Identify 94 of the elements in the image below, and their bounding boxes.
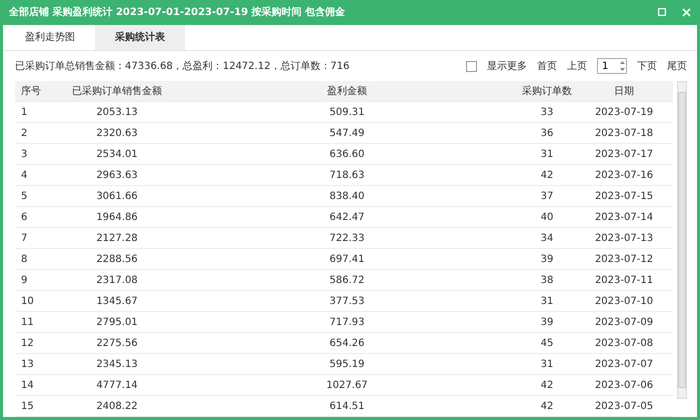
table-cell-text: 2023-07-12 [594,254,654,264]
close-button[interactable] [680,6,692,18]
table-cell-text: 42 [540,400,554,412]
table-cell-text: 37 [540,190,554,202]
table-cell-text: 33 [540,106,554,118]
window-title: 全部店铺 采购盈利统计 2023-07-01-2023-07-19 按采购时间 包含佣金 [9,5,346,20]
table-cell-text: 595.19 [328,358,366,370]
table-cell-text: 722.33 [328,232,366,244]
table-cell-text: 14 [20,380,35,390]
table-cell-text: 12 [20,338,35,348]
table-cell-text: 2963.63 [95,170,139,180]
table-cell-text: 2023-07-14 [594,212,654,222]
table-cell-text: 2 [20,128,28,138]
table-cell-text: 3061.66 [95,190,139,202]
table-cell-text: 34 [540,232,554,244]
table-cell-text: 2275.56 [95,338,139,348]
table-cell-text: 45 [540,338,554,348]
table-cell-text: 2023-07-13 [594,232,654,244]
table-cell-text: 4777.14 [95,380,139,390]
table-cell-text: 38 [540,274,554,286]
table-cell-text: 2127.28 [95,232,139,244]
table-cell-text: 8 [20,254,28,264]
table-cell-text: 614.51 [328,400,366,412]
table-cell-text: 2023-07-05 [594,400,654,412]
table-cell-text: 718.63 [328,170,366,180]
table-cell-text: 2053.13 [95,106,139,118]
table-cell-text: 31 [540,296,554,306]
table-cell-text: 654.26 [328,338,366,348]
table-cell-text: 2345.13 [95,358,139,370]
table-cell-text: 838.40 [328,190,366,202]
tab[interactable]: 采购统计表 [95,24,185,50]
table-cell-text: 697.41 [328,254,366,264]
table-cell-text: 2023-07-17 [594,148,654,160]
table-cell-text: 2534.01 [95,148,139,160]
table-cell-text: 2023-07-07 [594,358,654,370]
table-cell-text: 31 [540,148,554,160]
table-cell-text: 2408.22 [95,400,139,412]
next-page-link[interactable]: 下页 [637,59,657,73]
table-cell-text: 11 [20,316,35,328]
maximize-button[interactable] [656,6,668,18]
table-cell-text: 6 [20,212,28,222]
table-cell-text: 1027.67 [325,380,369,390]
table-cell-text: 636.60 [328,148,366,160]
table-cell-text: 1 [20,106,28,118]
table-cell-text: 42 [540,380,554,390]
last-page-link[interactable]: 尾页 [667,59,687,73]
column-header: 盈利金额 [326,84,368,98]
table-cell-text: 2023-07-09 [594,316,654,328]
prev-page-link[interactable]: 上页 [567,59,587,73]
table-cell-text: 1345.67 [95,296,139,306]
table-cell-text: 2023-07-15 [594,190,654,202]
table-cell-text: 7 [20,232,28,244]
table-cell-text: 5 [20,190,28,202]
table-cell-text: 2023-07-10 [594,296,654,306]
checkbox-label: 显示更多 [487,60,527,73]
tab[interactable]: 盈利走势图 [5,24,95,50]
table-cell-text: 642.47 [328,212,366,222]
first-page-link[interactable]: 首页 [537,59,557,73]
table-cell-text: 9 [20,274,28,286]
table-cell-text: 40 [540,212,554,222]
table-cell-text: 10 [20,296,35,306]
table-cell-text: 2023-07-19 [594,106,654,118]
table-cell-text: 31 [540,358,554,370]
table-cell-text: 1964.86 [95,212,139,222]
table-cell-text: 586.72 [328,274,366,286]
table-cell-text: 42 [540,170,554,180]
checkbox[interactable] [466,60,477,72]
table-cell-text: 2795.01 [95,316,139,328]
table-cell-text: 2288.56 [95,254,139,264]
scrollbar[interactable] [677,81,687,399]
table-cell-text: 13 [20,358,35,370]
table-cell-text: 2023-07-06 [594,380,654,390]
column-header: 采购订单数 [521,84,573,98]
table-cell-text: 4 [20,170,28,180]
table-cell-text: 2023-07-16 [594,170,654,180]
column-header: 已采购订单销售金额 [71,84,163,98]
table-cell-text: 509.31 [328,106,366,118]
table-cell-text: 547.49 [328,128,366,138]
table-cell-text: 3 [20,148,28,160]
table-cell-text: 39 [540,316,554,328]
table-cell-text: 2023-07-11 [594,274,654,286]
column-header: 序号 [20,84,42,98]
table-cell-text: 36 [540,128,554,138]
table-cell-text: 2320.63 [95,128,139,138]
table-cell-text: 717.93 [328,316,366,328]
table-cell-text: 2023-07-08 [594,338,654,348]
table-cell-text: 2023-07-18 [594,128,654,138]
table-cell-text: 2317.08 [95,274,139,286]
column-header: 日期 [613,84,635,98]
table-cell-text: 39 [540,254,554,264]
table-cell-text: 15 [20,400,35,412]
page-spinner[interactable]: 1 [597,58,627,74]
summary-text: 已采购订单总销售金额：47336.68，总盈利：12472.12，总订单数：716 [15,60,351,73]
table-cell-text: 377.53 [328,296,366,306]
